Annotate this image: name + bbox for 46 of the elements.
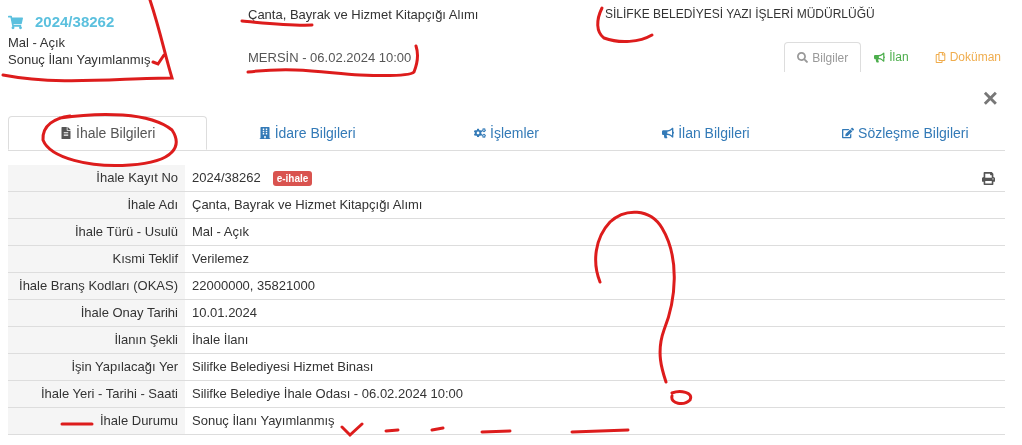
building-icon (258, 127, 271, 139)
field-label: İşin Yapılacağı Yer (8, 354, 185, 380)
field-value: İhale İlanı (192, 331, 249, 350)
field-value: Silifke Belediyesi Hizmet Binası (192, 358, 374, 377)
tab[interactable]: İlan Bilgileri (606, 116, 806, 150)
tab[interactable]: İdare Bilgileri (207, 116, 407, 150)
tab[interactable]: İşlemler (406, 116, 607, 150)
tab[interactable]: İhale Bilgileri (8, 116, 208, 150)
field-value: 10.01.2024 (192, 304, 258, 323)
tender-status: Sonuç İlanı Yayımlanmış (8, 51, 152, 68)
field-label: Kısmi Teklif (8, 246, 185, 272)
field-value: Verilemez (192, 250, 250, 269)
megaphone-icon (874, 51, 886, 63)
document-icon (60, 127, 72, 139)
tender-number: 2024/38262 (35, 11, 115, 32)
field-label: İhale Durumu (8, 408, 185, 434)
field-value: 2024/38262 (192, 169, 261, 188)
field-label: İlanın Şekli (8, 327, 185, 353)
search-icon (797, 52, 809, 63)
field-label: İhale Kayıt No (8, 165, 185, 191)
megaphone-icon (662, 127, 675, 139)
field-value: Çanta, Bayrak ve Hizmet Kitapçığı Alımı (192, 196, 423, 215)
copy-icon (934, 51, 946, 63)
close-button[interactable]: × (982, 88, 998, 108)
pencil-icon (842, 127, 855, 139)
authority-name: SİLİFKE BELEDİYESİ YAZI İŞLERİ MÜDÜRLÜĞÜ (605, 6, 876, 23)
place-date: MERSİN - 06.02.2024 10:00 (248, 49, 412, 66)
e-tender-badge: e-ihale (272, 170, 313, 186)
field-label: İhale Türü - Usulü (8, 219, 185, 245)
field-value: Mal - Açık (192, 223, 250, 242)
field-value: Silifke Belediye İhale Odası - 06.02.2024 10:00 (192, 385, 463, 404)
field-label: İhale Branş Kodları (OKAS) (8, 273, 185, 299)
tab[interactable]: Sözleşme Bilgileri (805, 116, 1006, 150)
link-tab[interactable]: Bilgiler (784, 42, 862, 72)
tender-title: Çanta, Bayrak ve Hizmet Kitapçığı Alımı (248, 6, 480, 23)
print-icon[interactable] (982, 171, 995, 185)
field-label: İhale Yeri - Tarihi - Saati (8, 381, 185, 407)
tender-type: Mal - Açık (8, 34, 67, 51)
link-tab[interactable]: İlan (861, 42, 922, 72)
gears-icon (474, 127, 486, 139)
field-value: 22000000, 35821000 (192, 277, 315, 296)
annotation-drawing (596, 6, 654, 44)
field-label: İhale Adı (8, 192, 185, 218)
field-value: Sonuç İlanı Yayımlanmış (192, 412, 335, 431)
cart-icon (8, 14, 23, 30)
field-label: İhale Onay Tarihi (8, 300, 185, 326)
